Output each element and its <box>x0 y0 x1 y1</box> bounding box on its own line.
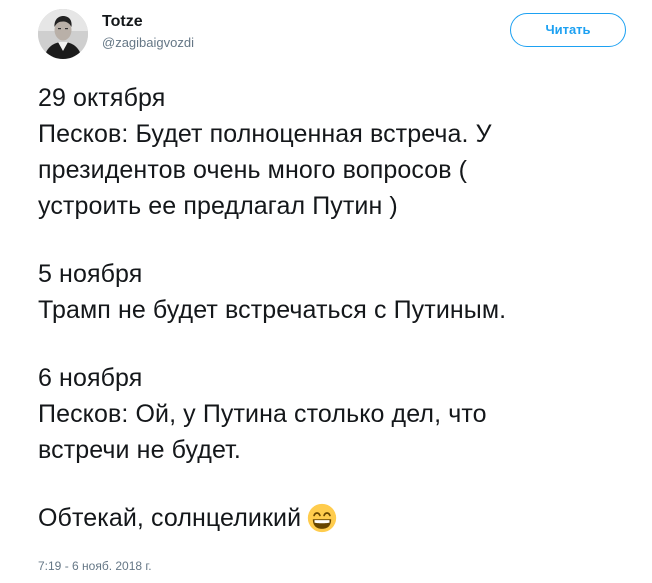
tweet: Totze @zagibaigvozdi Читать 29 октября П… <box>0 0 652 583</box>
tweet-line: устроить ее предлагал Путин ) <box>38 192 398 220</box>
profile-photo-icon <box>38 9 88 59</box>
tweet-line: 29 октября <box>38 84 166 112</box>
tweet-line-with-emoji: Обтекай, солнцеликий <box>38 500 628 543</box>
avatar[interactable] <box>38 9 88 59</box>
tweet-line: Обтекай, солнцеликий <box>38 504 302 532</box>
tweet-line: Песков: Будет полноценная встреча. У <box>38 120 492 148</box>
tweet-paragraph: 6 ноября Песков: Ой, у Путина столько де… <box>38 360 628 468</box>
tweet-line: президентов очень много вопросов ( <box>38 156 468 184</box>
tweet-paragraph: 5 ноября Трамп не будет встречаться с Пу… <box>38 256 628 328</box>
tweet-text: 29 октября Песков: Будет полноценная вст… <box>38 80 628 543</box>
tweet-line: Трамп не будет встречаться с Путиным. <box>38 296 507 324</box>
grinning-face-with-smiling-eyes-icon <box>307 503 337 543</box>
tweet-line: Песков: Ой, у Путина столько дел, что <box>38 400 487 428</box>
tweet-paragraph: Обтекай, солнцеликий <box>38 500 628 543</box>
tweet-line: встречи не будет. <box>38 436 241 464</box>
tweet-timestamp[interactable]: 7:19 - 6 нояб. 2018 г. <box>38 558 152 574</box>
user-info: Totze @zagibaigvozdi <box>102 12 194 52</box>
tweet-line: 5 ноября <box>38 260 143 288</box>
user-handle[interactable]: @zagibaigvozdi <box>102 34 194 52</box>
display-name[interactable]: Totze <box>102 12 194 32</box>
follow-button[interactable]: Читать <box>510 13 626 47</box>
tweet-paragraph: 29 октября Песков: Будет полноценная вст… <box>38 80 628 224</box>
tweet-line: 6 ноября <box>38 364 143 392</box>
